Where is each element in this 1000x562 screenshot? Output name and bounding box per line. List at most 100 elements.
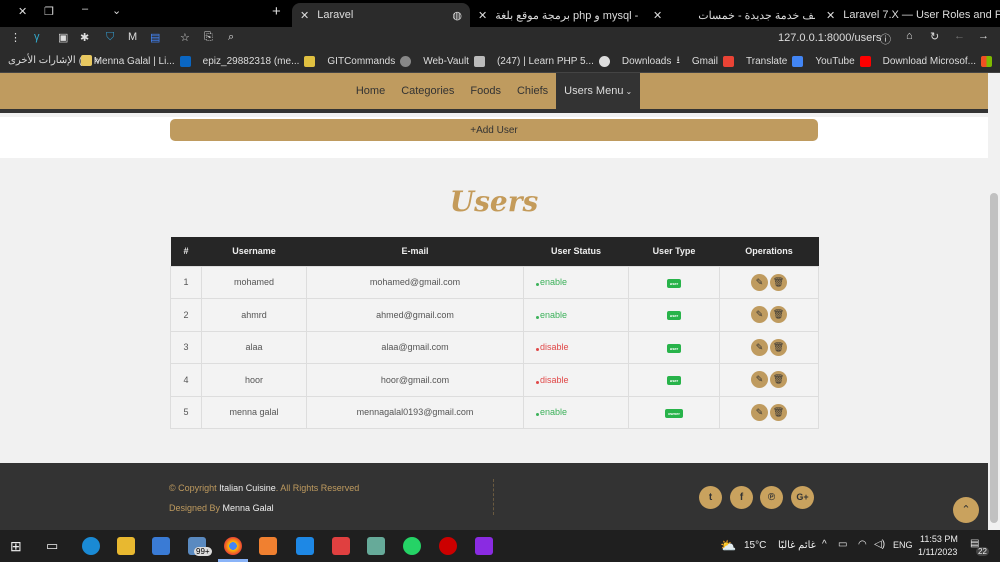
file-explorer-icon[interactable]	[117, 537, 135, 555]
cell-operations: ✎ 🗑	[719, 298, 819, 332]
share-icon[interactable]: ⎘	[204, 31, 213, 44]
battery-icon[interactable]: ▭	[838, 539, 847, 550]
delete-icon[interactable]: 🗑	[770, 371, 787, 389]
back-icon[interactable]: →	[978, 30, 989, 42]
delete-icon[interactable]: 🗑	[770, 306, 787, 324]
status-text: disable	[540, 374, 569, 385]
scrollbar-thumb[interactable]	[990, 193, 998, 523]
other-bookmarks[interactable]: الإشارات الأخرى	[8, 55, 92, 66]
bookmark[interactable]: Downloads ⭳	[622, 53, 680, 70]
m-extension-icon[interactable]: M	[128, 31, 137, 43]
notion-icon	[473, 55, 485, 67]
task-view-icon[interactable]: ▭	[46, 538, 58, 554]
notifications-count: 22	[976, 547, 989, 556]
xampp-icon[interactable]	[259, 537, 277, 555]
sidebar-icon[interactable]: ▣	[58, 31, 68, 44]
menu-icon[interactable]: ⋮	[10, 31, 21, 44]
bookmark[interactable]: epiz_29882318 (me...	[203, 55, 316, 67]
address-bar[interactable]: 127.0.0.1:8000/users	[778, 32, 881, 44]
tab-laravel[interactable]: ✕ Laravel ◍	[292, 3, 470, 27]
delete-icon[interactable]: 🗑	[770, 338, 787, 356]
cell-id: 5	[170, 395, 202, 429]
delete-icon[interactable]: 🗑	[770, 403, 787, 421]
twitter-icon[interactable]: t	[699, 486, 722, 509]
tab-khamsat[interactable]: ✕أضف خدمة جديدة - خمسات$	[645, 3, 815, 27]
clock-date[interactable]: 1/11/2023	[918, 547, 957, 557]
table-row: 1 mohamed mohamed@gmail.com enable user …	[170, 265, 819, 299]
close-tab-icon[interactable]: ✕	[300, 9, 309, 22]
delete-icon[interactable]: 🗑	[770, 273, 787, 291]
edge-icon[interactable]	[82, 537, 100, 555]
edit-icon[interactable]: ✎	[751, 306, 768, 324]
temperature[interactable]: 15°C	[744, 540, 766, 551]
user-type-badge: user	[666, 343, 682, 353]
nav-home[interactable]: Home	[348, 73, 393, 109]
forward-icon[interactable]: ←	[954, 30, 965, 42]
col-type: User Type	[628, 237, 720, 266]
edit-icon[interactable]: ✎	[751, 371, 768, 389]
bookmark[interactable]: Translate	[746, 55, 804, 67]
new-tab-icon[interactable]: +	[272, 3, 281, 20]
more-bookmarks-icon[interactable]: »	[94, 55, 100, 66]
close-tab-icon[interactable]: ✕	[478, 9, 487, 22]
restore-icon[interactable]: ❐	[44, 5, 54, 18]
cell-username: menna galal	[201, 395, 307, 429]
bookmark[interactable]: YouTube	[815, 55, 871, 67]
col-id: #	[170, 237, 202, 266]
clock-time[interactable]: 11:53 PM	[920, 534, 958, 544]
chrome-icon[interactable]	[224, 537, 242, 555]
info-icon[interactable]: ⓘ	[880, 31, 891, 47]
extension-icon[interactable]: γ	[34, 31, 40, 43]
close-window-icon[interactable]: ✕	[18, 5, 27, 18]
status-dot-icon	[536, 283, 539, 287]
phpstorm-icon[interactable]	[475, 537, 493, 555]
nav-chiefs[interactable]: Chiefs	[509, 73, 556, 109]
edit-icon[interactable]: ✎	[751, 338, 768, 356]
cell-type: user	[628, 330, 720, 364]
store-icon[interactable]	[152, 537, 170, 555]
nav-categories[interactable]: Categories	[393, 73, 462, 109]
cell-operations: ✎ 🗑	[719, 395, 819, 429]
wifi-icon[interactable]: ◠	[858, 539, 867, 550]
bookmark[interactable]: Download Microsof...	[883, 55, 992, 67]
google-plus-icon[interactable]: G+	[791, 486, 814, 509]
app-icon[interactable]	[367, 537, 385, 555]
bookmark[interactable]: (247) | Learn PHP 5...	[497, 55, 610, 67]
minimize-icon[interactable]: –	[82, 3, 88, 15]
nav-foods[interactable]: Foods	[462, 73, 509, 109]
tab-php[interactable]: ✕برمجة موقع بلغة php و mysql - خ$	[470, 3, 642, 27]
reload-icon[interactable]: ↻	[930, 30, 939, 43]
close-tab-icon[interactable]: ✕	[653, 9, 662, 22]
recorder-icon[interactable]	[439, 537, 457, 555]
shield-icon[interactable]: ⛉	[106, 31, 114, 44]
add-user-button[interactable]: +Add User	[170, 119, 818, 141]
tab-search-icon[interactable]: ⌄	[112, 4, 121, 17]
extensions-icon[interactable]: ✱	[80, 31, 89, 44]
facebook-icon[interactable]: f	[730, 486, 753, 509]
tab-laravel-roles[interactable]: ✕ Laravel 7.X — User Roles and Per	[818, 3, 1000, 27]
close-tab-icon[interactable]: ✕	[826, 9, 835, 22]
bookmark[interactable]: Gmail	[692, 55, 734, 67]
zoom-icon[interactable]: ⌕	[228, 31, 234, 44]
whatsapp-icon[interactable]	[403, 537, 421, 555]
anydesk-icon[interactable]	[332, 537, 350, 555]
designer-link[interactable]: Menna Galal	[223, 503, 274, 513]
scroll-to-top-button[interactable]: ⌃	[953, 497, 979, 523]
brand-link[interactable]: Italian Cuisine	[219, 483, 276, 493]
volume-icon[interactable]: ◁)	[874, 539, 885, 550]
bookmark[interactable]: GITCommands	[327, 55, 412, 67]
bookmark[interactable]: Web-Vault	[423, 55, 485, 67]
col-email: E-mail	[306, 237, 524, 266]
nav-users-menu[interactable]: Users Menu ⌄	[556, 73, 641, 109]
star-icon[interactable]: ☆	[180, 31, 190, 44]
edit-icon[interactable]: ✎	[751, 273, 768, 291]
windows-start-icon[interactable]: ⊞	[10, 538, 22, 555]
language[interactable]: ENG	[893, 540, 913, 550]
vscode-icon[interactable]	[296, 537, 314, 555]
translate-icon[interactable]: ▤	[150, 31, 160, 44]
home-icon[interactable]: ⌂	[906, 30, 913, 42]
pinterest-icon[interactable]: ℗	[760, 486, 783, 509]
edit-icon[interactable]: ✎	[751, 403, 768, 421]
tray-chevron-icon[interactable]: ^	[822, 539, 827, 550]
page-scrollbar[interactable]	[988, 73, 1000, 530]
